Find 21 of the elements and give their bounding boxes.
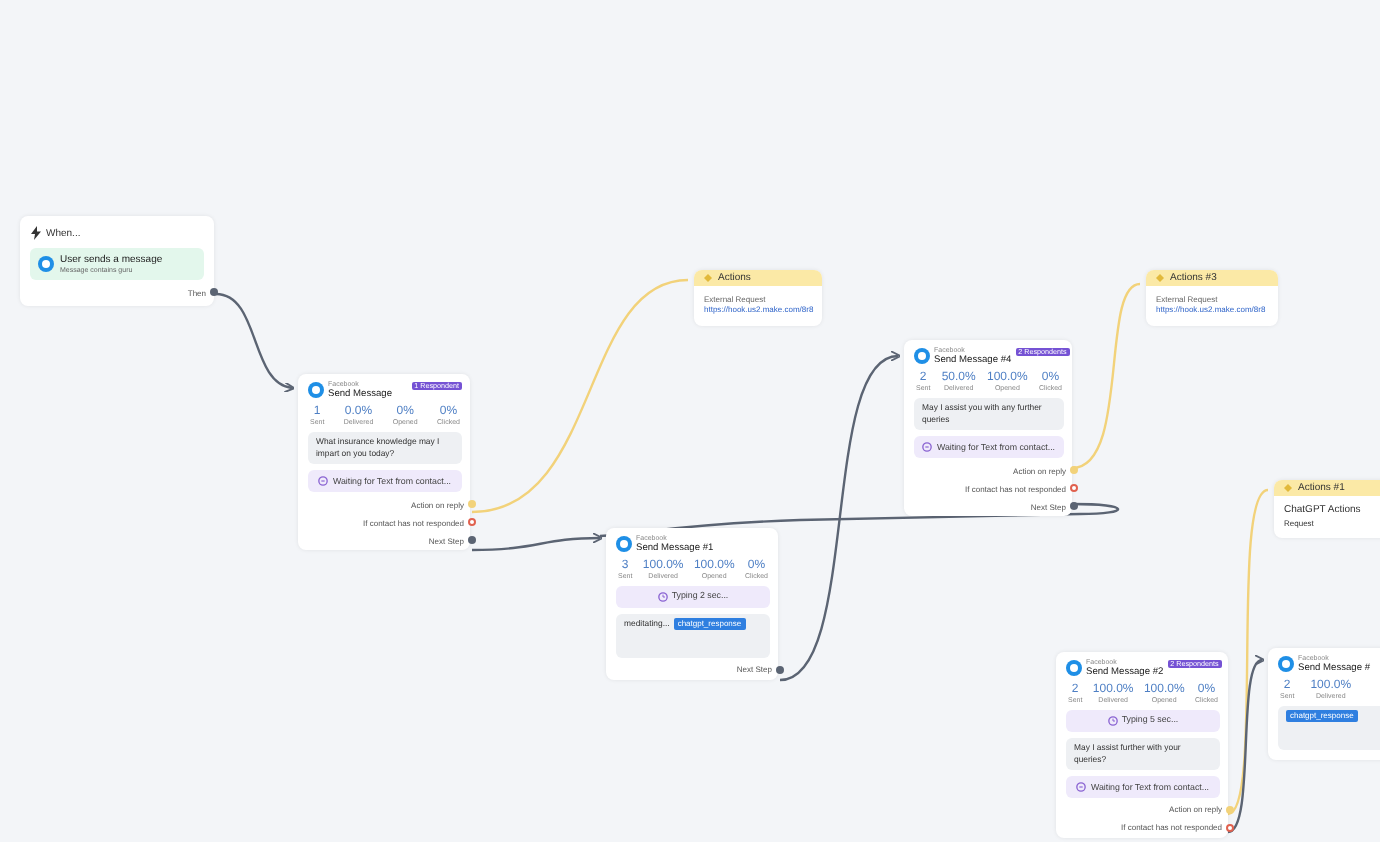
chat-icon: [1076, 782, 1087, 793]
chat-bubble-icon: [914, 348, 930, 365]
diamond-icon: [1284, 484, 1292, 492]
port-handle[interactable]: [210, 288, 218, 296]
chat-bubble-icon: [1066, 660, 1082, 677]
chat-bubble-icon: [38, 256, 54, 272]
chat-bubble-icon: [616, 536, 632, 553]
chat-bubble-icon: [1278, 656, 1294, 673]
port-handle[interactable]: [776, 665, 784, 674]
message-node[interactable]: [904, 340, 1072, 517]
connector-line: [215, 292, 296, 392]
clock-icon: [1107, 715, 1118, 726]
diamond-icon: [1156, 274, 1164, 282]
diamond-icon: [704, 274, 712, 282]
bolt-icon: [30, 226, 42, 240]
chat-icon: [318, 476, 329, 487]
chat-icon: [922, 442, 933, 453]
message-node[interactable]: [1056, 652, 1228, 838]
clock-icon: [657, 591, 668, 602]
chat-bubble-icon: [308, 382, 324, 399]
message-node[interactable]: [298, 374, 470, 551]
